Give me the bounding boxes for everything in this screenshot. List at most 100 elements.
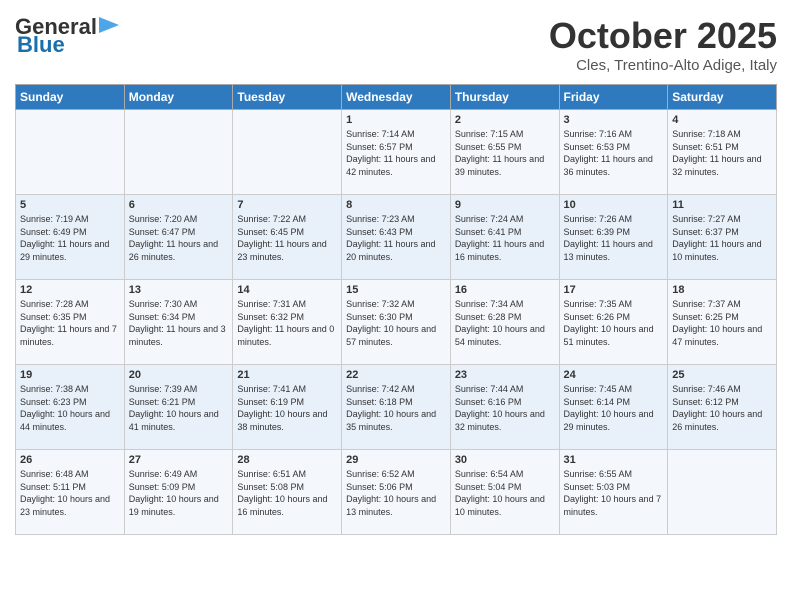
title-block: October 2025 Cles, Trentino-Alto Adige, … <box>549 15 777 74</box>
day-number: 31 <box>564 454 664 466</box>
logo: General Blue <box>15 15 119 57</box>
day-number: 18 <box>672 284 772 296</box>
day-info: Sunrise: 7:30 AM Sunset: 6:34 PM Dayligh… <box>129 298 229 348</box>
day-number: 11 <box>672 199 772 211</box>
day-number: 8 <box>346 199 446 211</box>
weekday-header-tuesday: Tuesday <box>233 85 342 110</box>
day-number: 23 <box>455 369 555 381</box>
calendar-cell: 10 Sunrise: 7:26 AM Sunset: 6:39 PM Dayli… <box>559 195 668 280</box>
day-number: 13 <box>129 284 229 296</box>
calendar-cell: 6 Sunrise: 7:20 AM Sunset: 6:47 PM Daylig… <box>124 195 233 280</box>
weekday-header-row: SundayMondayTuesdayWednesdayThursdayFrid… <box>16 85 777 110</box>
calendar-cell: 15 Sunrise: 7:32 AM Sunset: 6:30 PM Dayli… <box>342 280 451 365</box>
calendar-cell: 12Sunrise: 7:28 AM Sunset: 6:35 PM Dayli… <box>16 280 125 365</box>
calendar-cell: 1 Sunrise: 7:14 AM Sunset: 6:57 PM Daylig… <box>342 110 451 195</box>
day-info: Sunrise: 7:31 AM Sunset: 6:32 PM Dayligh… <box>237 298 337 348</box>
calendar-cell: 21 Sunrise: 7:41 AM Sunset: 6:19 PM Dayli… <box>233 365 342 450</box>
day-info: Sunrise: 7:18 AM Sunset: 6:51 PM Dayligh… <box>672 128 772 178</box>
day-number: 9 <box>455 199 555 211</box>
calendar-cell: 9 Sunrise: 7:24 AM Sunset: 6:41 PM Daylig… <box>450 195 559 280</box>
day-number: 12 <box>20 284 120 296</box>
location-title: Cles, Trentino-Alto Adige, Italy <box>549 57 777 74</box>
day-number: 6 <box>129 199 229 211</box>
day-info: Sunrise: 7:14 AM Sunset: 6:57 PM Dayligh… <box>346 128 446 178</box>
day-info: Sunrise: 7:32 AM Sunset: 6:30 PM Dayligh… <box>346 298 446 348</box>
calendar-week-0: 1 Sunrise: 7:14 AM Sunset: 6:57 PM Daylig… <box>16 110 777 195</box>
weekday-header-monday: Monday <box>124 85 233 110</box>
day-number: 10 <box>564 199 664 211</box>
day-info: Sunrise: 7:45 AM Sunset: 6:14 PM Dayligh… <box>564 383 664 433</box>
calendar-cell: 22 Sunrise: 7:42 AM Sunset: 6:18 PM Dayli… <box>342 365 451 450</box>
day-info: Sunrise: 7:20 AM Sunset: 6:47 PM Dayligh… <box>129 213 229 263</box>
day-number: 22 <box>346 369 446 381</box>
day-info: Sunrise: 7:16 AM Sunset: 6:53 PM Dayligh… <box>564 128 664 178</box>
day-info: Sunrise: 7:24 AM Sunset: 6:41 PM Dayligh… <box>455 213 555 263</box>
day-info: Sunrise: 7:22 AM Sunset: 6:45 PM Dayligh… <box>237 213 337 263</box>
page-header: General Blue October 2025 Cles, Trentino… <box>15 15 777 74</box>
day-number: 5 <box>20 199 120 211</box>
weekday-header-friday: Friday <box>559 85 668 110</box>
day-info: Sunrise: 7:41 AM Sunset: 6:19 PM Dayligh… <box>237 383 337 433</box>
calendar-cell: 8Sunrise: 7:23 AM Sunset: 6:43 PM Daylig… <box>342 195 451 280</box>
day-number: 26 <box>20 454 120 466</box>
day-number: 14 <box>237 284 337 296</box>
calendar-cell: 26 Sunrise: 6:48 AM Sunset: 5:11 PM Dayli… <box>16 450 125 535</box>
calendar-cell: 20Sunrise: 7:39 AM Sunset: 6:21 PM Dayli… <box>124 365 233 450</box>
day-info: Sunrise: 7:26 AM Sunset: 6:39 PM Dayligh… <box>564 213 664 263</box>
calendar-cell: 2Sunrise: 7:15 AM Sunset: 6:55 PM Daylig… <box>450 110 559 195</box>
day-number: 25 <box>672 369 772 381</box>
day-number: 19 <box>20 369 120 381</box>
day-number: 3 <box>564 114 664 126</box>
day-number: 21 <box>237 369 337 381</box>
day-number: 29 <box>346 454 446 466</box>
logo-blue-text: Blue <box>17 32 65 57</box>
day-info: Sunrise: 6:49 AM Sunset: 5:09 PM Dayligh… <box>129 468 229 518</box>
day-number: 16 <box>455 284 555 296</box>
day-number: 7 <box>237 199 337 211</box>
calendar-cell: 13 Sunrise: 7:30 AM Sunset: 6:34 PM Dayli… <box>124 280 233 365</box>
day-info: Sunrise: 6:52 AM Sunset: 5:06 PM Dayligh… <box>346 468 446 518</box>
day-number: 2 <box>455 114 555 126</box>
day-info: Sunrise: 6:54 AM Sunset: 5:04 PM Dayligh… <box>455 468 555 518</box>
day-number: 15 <box>346 284 446 296</box>
calendar-cell: 4Sunrise: 7:18 AM Sunset: 6:51 PM Daylig… <box>668 110 777 195</box>
day-number: 17 <box>564 284 664 296</box>
calendar-cell: 29 Sunrise: 6:52 AM Sunset: 5:06 PM Dayli… <box>342 450 451 535</box>
calendar-week-2: 12Sunrise: 7:28 AM Sunset: 6:35 PM Dayli… <box>16 280 777 365</box>
day-info: Sunrise: 7:19 AM Sunset: 6:49 PM Dayligh… <box>20 213 120 263</box>
weekday-header-sunday: Sunday <box>16 85 125 110</box>
calendar-cell: 24Sunrise: 7:45 AM Sunset: 6:14 PM Dayli… <box>559 365 668 450</box>
weekday-header-thursday: Thursday <box>450 85 559 110</box>
calendar-cell: 14 Sunrise: 7:31 AM Sunset: 6:32 PM Dayli… <box>233 280 342 365</box>
day-info: Sunrise: 7:42 AM Sunset: 6:18 PM Dayligh… <box>346 383 446 433</box>
logo-arrow-icon <box>99 17 119 33</box>
calendar-cell: 28 Sunrise: 6:51 AM Sunset: 5:08 PM Dayli… <box>233 450 342 535</box>
calendar-cell: 5 Sunrise: 7:19 AM Sunset: 6:49 PM Daylig… <box>16 195 125 280</box>
day-info: Sunrise: 7:39 AM Sunset: 6:21 PM Dayligh… <box>129 383 229 433</box>
day-number: 1 <box>346 114 446 126</box>
calendar-table: SundayMondayTuesdayWednesdayThursdayFrid… <box>15 84 777 535</box>
day-info: Sunrise: 7:35 AM Sunset: 6:26 PM Dayligh… <box>564 298 664 348</box>
calendar-cell: 19Sunrise: 7:38 AM Sunset: 6:23 PM Dayli… <box>16 365 125 450</box>
calendar-week-4: 26 Sunrise: 6:48 AM Sunset: 5:11 PM Dayli… <box>16 450 777 535</box>
month-title: October 2025 <box>549 15 777 57</box>
day-info: Sunrise: 7:46 AM Sunset: 6:12 PM Dayligh… <box>672 383 772 433</box>
day-info: Sunrise: 7:44 AM Sunset: 6:16 PM Dayligh… <box>455 383 555 433</box>
calendar-cell <box>668 450 777 535</box>
calendar-cell: 31Sunrise: 6:55 AM Sunset: 5:03 PM Dayli… <box>559 450 668 535</box>
calendar-cell: 27 Sunrise: 6:49 AM Sunset: 5:09 PM Dayli… <box>124 450 233 535</box>
weekday-header-wednesday: Wednesday <box>342 85 451 110</box>
calendar-cell: 11 Sunrise: 7:27 AM Sunset: 6:37 PM Dayli… <box>668 195 777 280</box>
day-info: Sunrise: 7:37 AM Sunset: 6:25 PM Dayligh… <box>672 298 772 348</box>
calendar-cell: 25 Sunrise: 7:46 AM Sunset: 6:12 PM Dayli… <box>668 365 777 450</box>
day-number: 28 <box>237 454 337 466</box>
day-number: 27 <box>129 454 229 466</box>
day-number: 30 <box>455 454 555 466</box>
day-info: Sunrise: 6:51 AM Sunset: 5:08 PM Dayligh… <box>237 468 337 518</box>
calendar-cell <box>124 110 233 195</box>
day-info: Sunrise: 6:48 AM Sunset: 5:11 PM Dayligh… <box>20 468 120 518</box>
weekday-header-saturday: Saturday <box>668 85 777 110</box>
calendar-cell: 17 Sunrise: 7:35 AM Sunset: 6:26 PM Dayli… <box>559 280 668 365</box>
day-info: Sunrise: 7:27 AM Sunset: 6:37 PM Dayligh… <box>672 213 772 263</box>
calendar-cell: 16Sunrise: 7:34 AM Sunset: 6:28 PM Dayli… <box>450 280 559 365</box>
